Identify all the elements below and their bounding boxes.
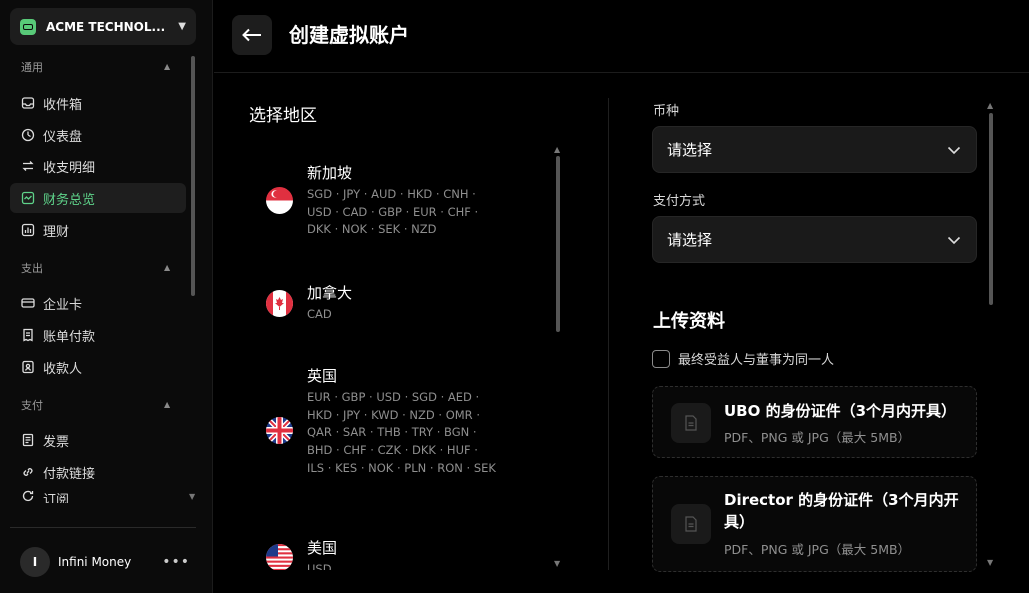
sidebar-item-bill-pay[interactable]: 账单付款 [10, 320, 186, 350]
same-person-checkbox[interactable] [652, 349, 670, 368]
scroll-up-arrow-icon[interactable]: ▲ [554, 145, 560, 154]
region-name: 英国 [307, 367, 338, 385]
us-flag-icon [266, 544, 293, 570]
caret-down-icon: ▼ [178, 21, 186, 32]
sidebar-item-label: 理财 [43, 224, 70, 240]
sidebar-item-label: 订阅 [43, 493, 70, 503]
region-name: 美国 [307, 539, 338, 557]
avatar: I [20, 547, 50, 577]
sidebar: ACME TECHNOL... ▼ 通用 ▲ 收件箱 仪表盘 收支明细 财务总览… [0, 0, 213, 593]
region-name: 加拿大 [307, 284, 353, 302]
more-icon[interactable]: ••• [162, 554, 190, 570]
sidebar-item-inbox[interactable]: 收件箱 [10, 88, 186, 118]
currency-select[interactable]: 请选择 [652, 126, 977, 173]
sidebar-item-wealth[interactable]: 理财 [10, 215, 186, 245]
wealth-icon [21, 223, 35, 237]
scroll-down-arrow-icon[interactable]: ▼ [987, 558, 993, 567]
subscription-icon [21, 489, 35, 503]
region-currencies: EUR · GBP · USD · SGD · AED · HKD · JPY … [307, 390, 496, 475]
upload-card-hint: PDF、PNG 或 JPG（最大 5MB） [724, 542, 911, 557]
region-currencies: CAD [307, 307, 332, 321]
finance-overview-icon [21, 191, 35, 205]
user-menu[interactable]: I Infini Money ••• [20, 547, 190, 577]
document-icon [671, 504, 711, 544]
section-label-payments: 支付 [21, 399, 43, 412]
region-list-scrollbar[interactable] [556, 156, 560, 332]
divider [10, 527, 196, 528]
scroll-up-arrow-icon[interactable]: ▲ [987, 101, 993, 110]
currency-label: 币种 [653, 104, 680, 119]
sidebar-item-label: 收支明细 [43, 160, 96, 176]
sidebar-item-label: 付款链接 [43, 466, 96, 482]
sidebar-item-finance-overview[interactable]: 财务总览 [10, 183, 186, 213]
sidebar-item-payment-link[interactable]: 付款链接 [10, 457, 186, 487]
document-icon [671, 403, 711, 443]
sidebar-item-label: 仪表盘 [43, 129, 83, 145]
sidebar-item-label: 收件箱 [43, 97, 83, 113]
region-currencies: USD [307, 562, 332, 570]
org-name: ACME TECHNOL... [46, 19, 166, 34]
sidebar-item-dashboard[interactable]: 仪表盘 [10, 120, 186, 150]
invoice-icon [21, 433, 35, 447]
scroll-down-arrow-icon[interactable]: ▼ [554, 559, 560, 568]
upload-card-title: Director 的身份证件（3个月内开具） [724, 491, 959, 531]
upload-card-title: UBO 的身份证件（3个月内开具） [724, 402, 957, 420]
payment-method-label: 支付方式 [653, 194, 706, 209]
sidebar-scrollbar[interactable] [191, 56, 195, 296]
card-icon [21, 296, 35, 310]
back-button[interactable] [232, 15, 272, 55]
sidebar-item-label: 财务总览 [43, 192, 96, 208]
collapse-caret-icon[interactable]: ▲ [164, 263, 170, 272]
user-name: Infini Money [58, 555, 132, 569]
payment-method-select[interactable]: 请选择 [652, 216, 977, 263]
sidebar-item-payee[interactable]: 收款人 [10, 352, 186, 382]
payee-icon [21, 360, 35, 374]
upload-ubo-id[interactable]: UBO 的身份证件（3个月内开具） PDF、PNG 或 JPG（最大 5MB） [652, 386, 977, 458]
org-logo-icon [20, 18, 36, 35]
sidebar-item-label: 账单付款 [43, 329, 96, 345]
bill-icon [21, 328, 35, 342]
sidebar-item-corporate-card[interactable]: 企业卡 [10, 288, 186, 318]
sidebar-item-invoice[interactable]: 发票 [10, 425, 186, 455]
sidebar-item-transactions[interactable]: 收支明细 [10, 151, 186, 181]
chevron-down-icon [947, 236, 961, 244]
same-person-checkbox-row[interactable]: 最终受益人与董事为同一人 [652, 349, 834, 368]
ca-flag-icon [266, 290, 293, 317]
arrow-left-icon [242, 28, 261, 42]
divider [608, 98, 609, 570]
scroll-down-arrow-icon[interactable]: ▼ [189, 492, 195, 501]
collapse-caret-icon[interactable]: ▲ [164, 62, 170, 71]
checkbox-label: 最终受益人与董事为同一人 [678, 353, 835, 368]
form-scrollbar[interactable] [989, 113, 993, 305]
section-label-general: 通用 [21, 61, 43, 74]
page-header: 创建虚拟账户 [214, 0, 1029, 73]
region-currencies: SGD · JPY · AUD · HKD · CNH · USD · CAD … [307, 187, 479, 237]
collapse-caret-icon[interactable]: ▲ [164, 400, 170, 409]
currency-select-value: 请选择 [667, 141, 713, 159]
payment-method-select-value: 请选择 [667, 231, 713, 249]
region-name: 新加坡 [307, 164, 353, 182]
region-option-us[interactable]: 美国 USD [266, 537, 506, 570]
sidebar-item-subscription[interactable]: 订阅 [10, 489, 186, 503]
region-section-title: 选择地区 [249, 106, 317, 126]
page-title: 创建虚拟账户 [289, 23, 409, 47]
org-switcher[interactable]: ACME TECHNOL... ▼ [10, 8, 196, 45]
dashboard-icon [21, 128, 35, 142]
chevron-down-icon [947, 146, 961, 154]
upload-section-title: 上传资料 [653, 311, 725, 332]
section-label-spend: 支出 [21, 262, 43, 275]
sidebar-item-label: 发票 [43, 434, 70, 450]
sidebar-item-label: 企业卡 [43, 297, 83, 313]
sg-flag-icon [266, 187, 293, 214]
uk-flag-icon [266, 417, 293, 444]
link-icon [21, 465, 35, 479]
upload-card-hint: PDF、PNG 或 JPG（最大 5MB） [724, 430, 911, 445]
sidebar-item-label: 收款人 [43, 361, 83, 377]
upload-director-id[interactable]: Director 的身份证件（3个月内开具） PDF、PNG 或 JPG（最大 … [652, 476, 977, 572]
transactions-icon [21, 159, 35, 173]
inbox-icon [21, 96, 35, 110]
